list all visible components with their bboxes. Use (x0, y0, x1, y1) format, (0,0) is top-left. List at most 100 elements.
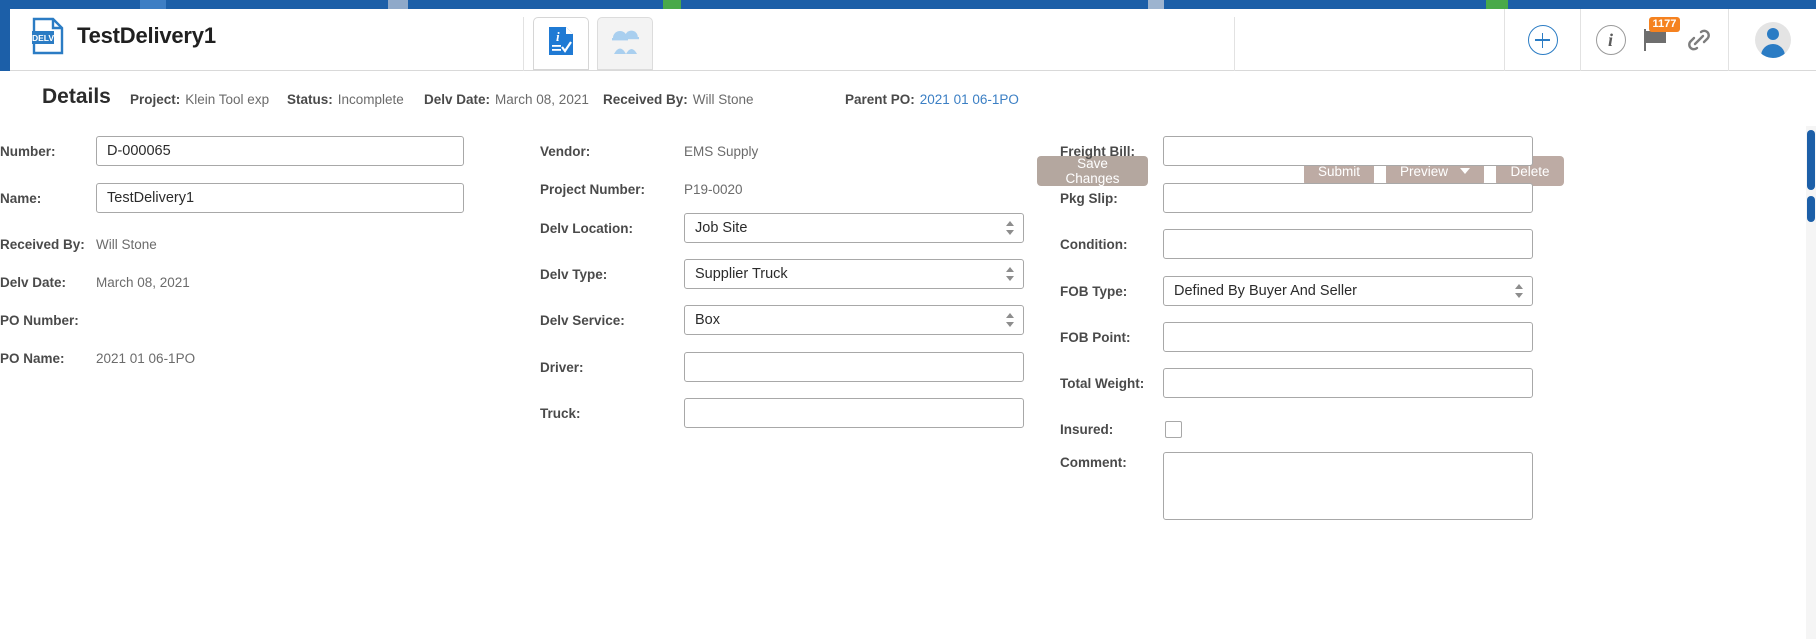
fob-point-input[interactable] (1163, 322, 1533, 352)
field-delv-type: Delv Type: Supplier Truck (540, 259, 1024, 289)
link-chain-icon[interactable] (1684, 25, 1714, 55)
meta-project-label: Project: (130, 92, 181, 107)
field-delv-location: Delv Location: Job Site (540, 213, 1024, 243)
vendor-value: EMS Supply (684, 143, 759, 159)
condition-input[interactable] (1163, 229, 1533, 259)
user-menu[interactable] (1728, 9, 1816, 71)
condition-label: Condition: (1060, 236, 1128, 252)
pkg-slip-label: Pkg Slip: (1060, 190, 1118, 206)
header-tools: i 1177 (1580, 9, 1728, 71)
browser-chrome-strip (0, 0, 1816, 9)
tab-bar: i (533, 17, 653, 70)
scrollbar-thumb[interactable] (1807, 130, 1815, 190)
field-total-weight: Total Weight: (1060, 368, 1533, 398)
info-circle-icon[interactable]: i (1595, 25, 1626, 55)
workers-icon (610, 27, 640, 60)
parent-po-link[interactable]: 2021 01 06-1PO (920, 92, 1019, 107)
driver-label: Driver: (540, 359, 584, 375)
tab-divider (523, 17, 524, 71)
delv-type-wrap: Supplier Truck (684, 259, 1024, 289)
freight-bill-input[interactable] (1163, 136, 1533, 166)
header-actions: i 1177 (1504, 9, 1816, 71)
fob-point-label: FOB Point: (1060, 329, 1131, 345)
vendor-label: Vendor: (540, 143, 591, 159)
field-name: Name: (0, 183, 464, 213)
meta-delv-date-label: Delv Date: (424, 92, 491, 107)
comment-textarea[interactable] (1163, 452, 1533, 520)
field-po-number: PO Number: (0, 305, 96, 335)
field-condition: Condition: (1060, 229, 1533, 259)
field-number: Number: (0, 136, 464, 166)
field-delv-date: Delv Date: March 08, 2021 (0, 267, 190, 297)
freight-bill-label: Freight Bill: (1060, 143, 1135, 159)
tab-workers[interactable] (597, 17, 653, 70)
meta-received-by-label: Received By: (603, 92, 688, 107)
spinner-arrows-icon (1006, 313, 1015, 327)
user-avatar-icon (1754, 22, 1791, 58)
field-received-by: Received By: Will Stone (0, 229, 157, 259)
delivery-document-icon: DELV (31, 17, 65, 55)
truck-label: Truck: (540, 405, 581, 421)
delivery-form: Number: Name: Received By: Will Stone De… (0, 126, 1816, 639)
left-rail (0, 9, 10, 71)
scrollbar-thumb-secondary[interactable] (1807, 196, 1815, 222)
field-project-number: Project Number: P19-0020 (540, 174, 743, 204)
meta-parent-po: Parent PO: 2021 01 06-1PO (845, 92, 1019, 107)
chrome-tab-stub (388, 0, 408, 9)
fob-type-wrap: Defined By Buyer And Seller (1163, 276, 1533, 306)
details-summary-bar: Details Project: Klein Tool exp Status: In… (0, 72, 1816, 186)
field-po-name: PO Name: 2021 01 06-1PO (0, 343, 195, 373)
delv-type-select[interactable]: Supplier Truck (684, 259, 1024, 289)
insured-label: Insured: (1060, 421, 1114, 437)
chrome-tab-stub (140, 0, 166, 9)
flag-button[interactable]: 1177 (1640, 17, 1681, 55)
document-info-icon: i (548, 26, 574, 61)
field-pkg-slip: Pkg Slip: (1060, 183, 1533, 213)
field-vendor: Vendor: EMS Supply (540, 136, 758, 166)
pkg-slip-input[interactable] (1163, 183, 1533, 213)
app-header: DELV TestDelivery1 i i 1177 (10, 9, 1816, 71)
field-comment: Comment: (1060, 452, 1533, 526)
flag-badge-count: 1177 (1648, 17, 1681, 32)
add-button[interactable] (1504, 9, 1580, 71)
svg-text:DELV: DELV (32, 33, 54, 43)
meta-delv-date-value: March 08, 2021 (495, 92, 589, 107)
delv-date-label: Delv Date: (0, 274, 67, 290)
delv-location-wrap: Job Site (684, 213, 1024, 243)
received-by-label: Received By: (0, 236, 85, 252)
insured-checkbox[interactable] (1165, 420, 1182, 438)
driver-input[interactable] (684, 352, 1024, 382)
project-number-value: P19-0020 (684, 181, 743, 197)
spinner-arrows-icon (1006, 221, 1015, 235)
po-name-label: PO Name: (0, 350, 65, 366)
field-freight-bill: Freight Bill: (1060, 136, 1533, 166)
number-label: Number: (0, 143, 56, 159)
spinner-arrows-icon (1006, 267, 1015, 281)
meta-received-by-value: Will Stone (692, 92, 754, 107)
project-number-label: Project Number: (540, 181, 646, 197)
meta-project-value: Klein Tool exp (185, 92, 270, 107)
field-delv-service: Delv Service: Box (540, 305, 1024, 335)
meta-project: Project: Klein Tool exp (130, 92, 269, 107)
tab-details[interactable]: i (533, 17, 589, 70)
total-weight-input[interactable] (1163, 368, 1533, 398)
delv-location-select[interactable]: Job Site (684, 213, 1024, 243)
number-input[interactable] (96, 136, 464, 166)
received-by-value: Will Stone (96, 236, 157, 252)
tab-divider (1234, 17, 1235, 71)
delv-service-select[interactable]: Box (684, 305, 1024, 335)
name-input[interactable] (96, 183, 464, 213)
delv-service-label: Delv Service: (540, 312, 625, 328)
field-truck: Truck: (540, 398, 1024, 428)
delv-type-label: Delv Type: (540, 266, 608, 282)
delv-service-wrap: Box (684, 305, 1024, 335)
name-label: Name: (0, 190, 42, 206)
fob-type-select[interactable]: Defined By Buyer And Seller (1163, 276, 1533, 306)
truck-input[interactable] (684, 398, 1024, 428)
meta-received-by: Received By: Will Stone (603, 92, 754, 107)
field-driver: Driver: (540, 352, 1024, 382)
status-badge: Incomplete (337, 92, 404, 107)
flag-cloth (1645, 31, 1666, 43)
field-fob-point: FOB Point: (1060, 322, 1533, 352)
chrome-tab-stub (1148, 0, 1164, 9)
